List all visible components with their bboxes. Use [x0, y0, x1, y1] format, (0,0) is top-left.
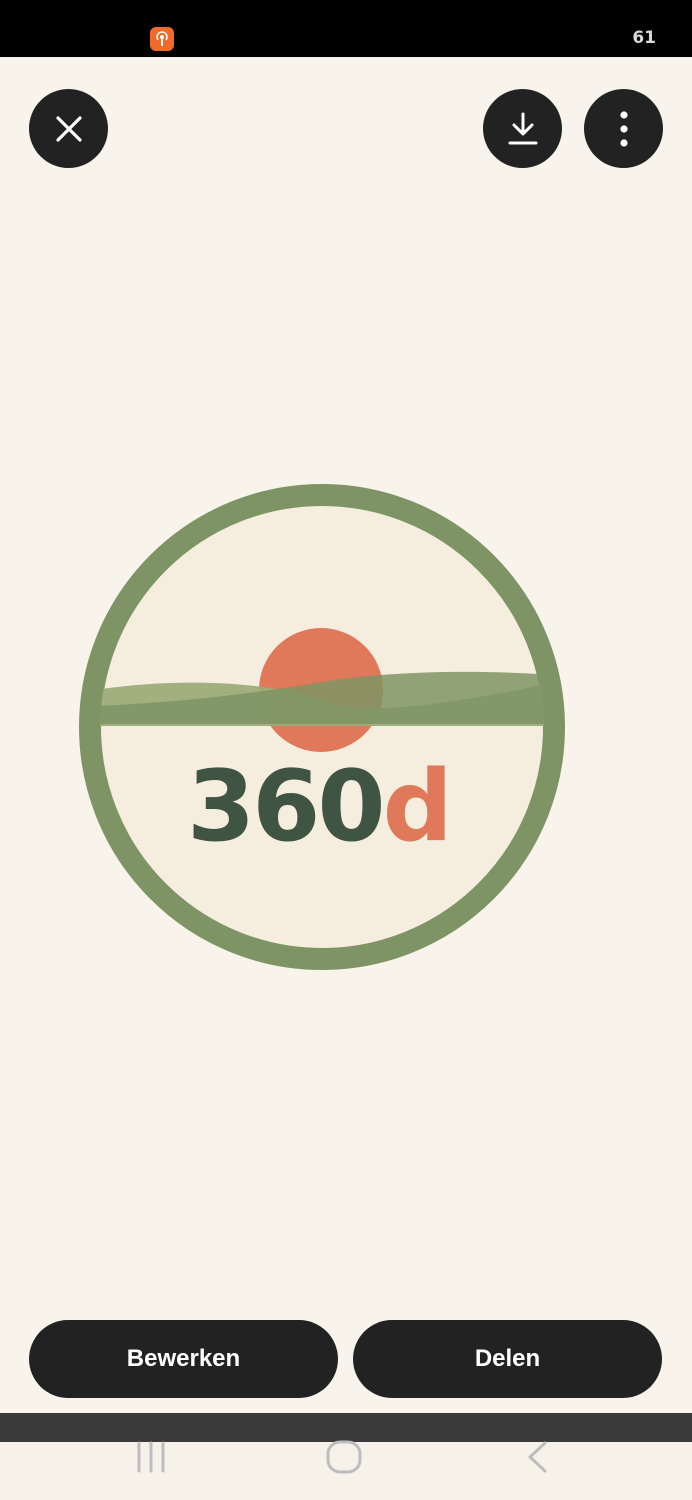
- home-icon: [326, 1440, 362, 1474]
- svg-text:360d: 360d: [187, 750, 450, 864]
- close-icon: [55, 115, 82, 142]
- download-button[interactable]: [483, 89, 562, 168]
- back-icon: [528, 1441, 547, 1473]
- podcast-notification-icon: [150, 27, 174, 51]
- back-button[interactable]: [520, 1440, 554, 1474]
- recent-apps-button[interactable]: [134, 1440, 168, 1474]
- status-bar: 61: [0, 0, 692, 57]
- edit-button[interactable]: Bewerken: [29, 1320, 338, 1398]
- download-icon: [508, 112, 537, 144]
- status-right-text: 61: [632, 28, 656, 48]
- close-button[interactable]: [29, 89, 108, 168]
- more-options-button[interactable]: [584, 89, 663, 168]
- recent-apps-icon: [137, 1441, 165, 1473]
- navigation-divider: [0, 1413, 692, 1442]
- home-button[interactable]: [326, 1440, 362, 1474]
- logo-graphic: 360d: [79, 484, 565, 970]
- displayed-image: 360d: [75, 480, 570, 975]
- logo-text-accent: d: [383, 750, 450, 864]
- share-button[interactable]: Delen: [353, 1320, 662, 1398]
- more-vertical-icon: [619, 110, 628, 147]
- logo-text-main: 360: [187, 750, 383, 864]
